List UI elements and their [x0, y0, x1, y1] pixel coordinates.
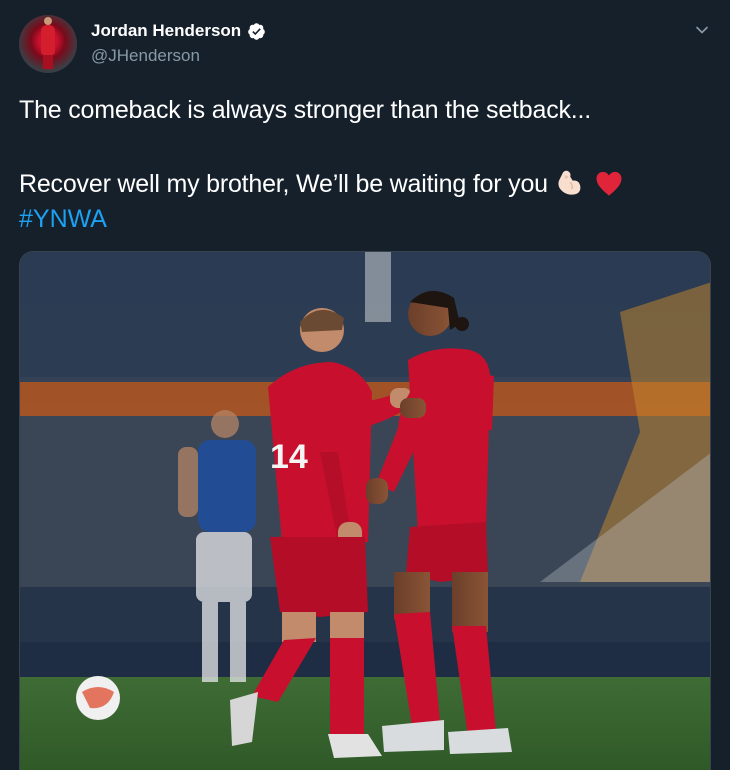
- tweet-text-line-2-row: Recover well my brother, We’ll be waitin…: [19, 169, 624, 199]
- photo-scene: 14 4: [20, 252, 710, 770]
- username-handle[interactable]: @JHenderson: [91, 46, 200, 66]
- avatar[interactable]: [19, 15, 77, 73]
- avatar-figure: [41, 17, 55, 55]
- tweet-card[interactable]: Jordan Henderson @JHenderson The comebac…: [0, 0, 730, 770]
- tweet-text-line-2: Recover well my brother, We’ll be waitin…: [19, 169, 548, 198]
- verified-badge-icon: [248, 22, 266, 40]
- hashtag-link[interactable]: #YNWA: [19, 205, 107, 234]
- tweet-text-line-1: The comeback is always stronger than the…: [19, 96, 592, 124]
- shirt-number-14: 14: [270, 438, 308, 476]
- chevron-down-icon[interactable]: [692, 20, 712, 40]
- display-name[interactable]: Jordan Henderson: [91, 21, 241, 41]
- flexed-biceps-icon: [558, 170, 581, 195]
- avatar-figure-legs: [43, 55, 53, 69]
- tweet-photo[interactable]: 14 4: [19, 251, 711, 770]
- red-heart-icon: [596, 171, 622, 196]
- author-name-row[interactable]: Jordan Henderson: [91, 21, 266, 41]
